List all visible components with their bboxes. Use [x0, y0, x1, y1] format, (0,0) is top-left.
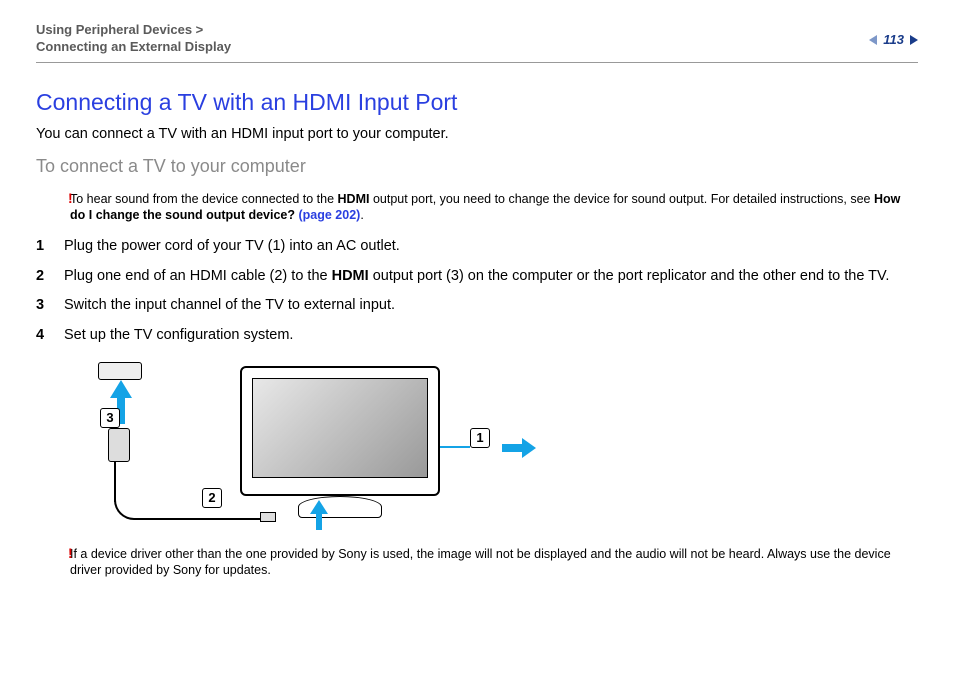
warning-icon: ! — [68, 189, 73, 207]
note1-hdmi: HDMI — [338, 192, 370, 206]
page-header: Using Peripheral Devices > Connecting an… — [36, 22, 918, 63]
note1-mid: output port, you need to change the devi… — [369, 192, 874, 206]
warning-icon: ! — [68, 544, 73, 562]
callout-2: 2 — [202, 488, 222, 508]
arrow-right-icon — [502, 438, 536, 458]
callout-3: 3 — [100, 408, 120, 428]
step-1-text: Plug the power cord of your TV (1) into … — [64, 237, 400, 257]
page-title: Connecting a TV with an HDMI Input Port — [36, 89, 918, 116]
page-number: 113 — [883, 32, 904, 47]
cable-segment-2 — [114, 500, 264, 520]
section-subhead: To connect a TV to your computer — [36, 156, 918, 177]
callout-1: 1 — [470, 428, 490, 448]
arrow-up-icon — [310, 500, 328, 530]
breadcrumb-line1: Using Peripheral Devices > — [36, 22, 231, 39]
step-2-text: Plug one end of an HDMI cable (2) to the… — [64, 267, 889, 287]
note-driver: ! If a device driver other than the one … — [70, 546, 918, 579]
breadcrumb[interactable]: Using Peripheral Devices > Connecting an… — [36, 22, 231, 56]
power-cord-line — [440, 446, 470, 448]
steps-list: 1Plug the power cord of your TV (1) into… — [36, 237, 918, 345]
step-4-text: Set up the TV configuration system. — [64, 326, 293, 346]
note1-post: . — [360, 208, 363, 222]
cable-segment — [114, 462, 124, 502]
page-controls: 113 — [869, 22, 918, 47]
note2-text: If a device driver other than the one pr… — [70, 547, 891, 577]
note1-link[interactable]: (page 202) — [298, 208, 360, 222]
step-3: 3Switch the input channel of the TV to e… — [36, 296, 918, 316]
tv-screen-icon — [252, 378, 428, 478]
step-2: 2Plug one end of an HDMI cable (2) to th… — [36, 267, 918, 287]
cable-plug-icon — [260, 512, 276, 522]
hdmi-port-icon — [98, 362, 142, 380]
note1-pre: To hear sound from the device connected … — [70, 192, 338, 206]
step-1: 1Plug the power cord of your TV (1) into… — [36, 237, 918, 257]
next-page-icon[interactable] — [910, 35, 918, 45]
step-4: 4Set up the TV configuration system. — [36, 326, 918, 346]
hdmi-plug-icon — [108, 428, 130, 462]
breadcrumb-line2: Connecting an External Display — [36, 39, 231, 56]
step-3-text: Switch the input channel of the TV to ex… — [64, 296, 395, 316]
note-sound-output: ! To hear sound from the device connecte… — [70, 191, 918, 224]
connection-diagram: 3 2 1 — [70, 356, 540, 536]
intro-text: You can connect a TV with an HDMI input … — [36, 126, 918, 142]
prev-page-icon[interactable] — [869, 35, 877, 45]
